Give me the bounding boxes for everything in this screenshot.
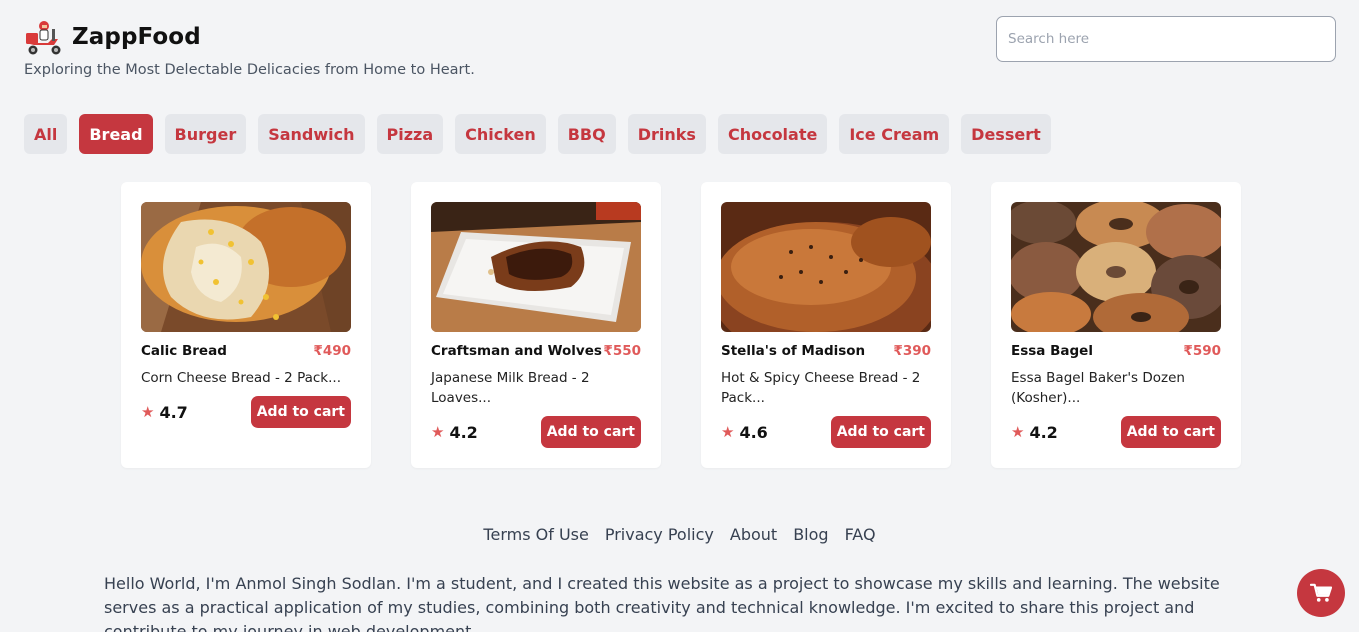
- product-price: ₹550: [603, 343, 641, 359]
- add-to-cart-button[interactable]: Add to cart: [830, 416, 931, 448]
- product-name: Craftsman and Wolves: [431, 343, 602, 359]
- category-all[interactable]: All: [24, 114, 68, 154]
- footer-links: Terms Of Use Privacy Policy About Blog F…: [0, 525, 1359, 544]
- product-name: Stella's of Madison: [721, 343, 866, 359]
- product-name: Essa Bagel: [1011, 343, 1093, 359]
- category-chocolate[interactable]: Chocolate: [717, 114, 828, 154]
- rating-value: 4.2: [1029, 422, 1058, 442]
- product-rating: ★ 4.2: [431, 423, 478, 442]
- delivery-scooter-icon: [26, 21, 61, 55]
- category-bread[interactable]: Bread: [79, 114, 153, 154]
- footer-link-blog[interactable]: Blog: [793, 525, 828, 544]
- add-to-cart-button[interactable]: Add to cart: [540, 416, 641, 448]
- category-dessert[interactable]: Dessert: [961, 114, 1051, 154]
- star-icon: ★: [1011, 423, 1025, 441]
- search-input[interactable]: [996, 16, 1336, 62]
- product-description: Hot & Spicy Cheese Bread - 2 Pack...: [721, 370, 921, 406]
- rating-value: 4.6: [739, 422, 768, 442]
- add-to-cart-button[interactable]: Add to cart: [250, 396, 351, 428]
- category-drinks[interactable]: Drinks: [627, 114, 706, 154]
- brand[interactable]: ZappFood: [24, 16, 475, 58]
- category-filter-bar: All Bread Burger Sandwich Pizza Chicken …: [24, 114, 1051, 154]
- product-image: [141, 202, 351, 332]
- product-price: ₹490: [313, 343, 351, 359]
- product-price: ₹390: [893, 343, 931, 359]
- rating-value: 4.2: [449, 422, 478, 442]
- star-icon: ★: [141, 403, 155, 421]
- footer-link-faq[interactable]: FAQ: [845, 525, 876, 544]
- product-description: Essa Bagel Baker's Dozen (Kosher)...: [1011, 370, 1185, 406]
- footer-link-about[interactable]: About: [730, 525, 777, 544]
- rating-value: 4.7: [159, 402, 188, 422]
- tagline: Exploring the Most Delectable Delicacies…: [24, 62, 475, 78]
- product-description: Japanese Milk Bread - 2 Loaves...: [431, 370, 590, 406]
- product-card: Stella's of Madison ₹390 Hot & Spicy Che…: [701, 182, 951, 468]
- category-bbq[interactable]: BBQ: [557, 114, 616, 154]
- product-rating: ★ 4.6: [721, 423, 768, 442]
- product-rating: ★ 4.7: [141, 403, 188, 422]
- footer-link-terms[interactable]: Terms Of Use: [483, 525, 588, 544]
- shopping-cart-icon: [1310, 583, 1332, 602]
- product-image: [1011, 202, 1221, 332]
- product-card: Craftsman and Wolves ₹550 Japanese Milk …: [411, 182, 661, 468]
- product-image: [721, 202, 931, 332]
- add-to-cart-button[interactable]: Add to cart: [1120, 416, 1221, 448]
- product-card: Essa Bagel ₹590 Essa Bagel Baker's Dozen…: [991, 182, 1241, 468]
- star-icon: ★: [431, 423, 445, 441]
- product-grid: Calic Bread ₹490 Corn Cheese Bread - 2 P…: [121, 182, 1241, 468]
- product-price: ₹590: [1183, 343, 1221, 359]
- category-ice-cream[interactable]: Ice Cream: [839, 114, 950, 154]
- product-description: Corn Cheese Bread - 2 Pack...: [141, 370, 341, 386]
- header: ZappFood Exploring the Most Delectable D…: [24, 16, 475, 78]
- category-chicken[interactable]: Chicken: [455, 114, 546, 154]
- star-icon: ★: [721, 423, 735, 441]
- brand-name: ZappFood: [72, 24, 201, 50]
- cart-button[interactable]: [1297, 569, 1345, 617]
- footer-link-privacy[interactable]: Privacy Policy: [605, 525, 714, 544]
- product-image: [431, 202, 641, 332]
- product-name: Calic Bread: [141, 343, 227, 359]
- category-burger[interactable]: Burger: [164, 114, 247, 154]
- category-sandwich[interactable]: Sandwich: [258, 114, 365, 154]
- product-rating: ★ 4.2: [1011, 423, 1058, 442]
- footer-about-text: Hello World, I'm Anmol Singh Sodlan. I'm…: [104, 574, 1220, 632]
- product-card: Calic Bread ₹490 Corn Cheese Bread - 2 P…: [121, 182, 371, 468]
- category-pizza[interactable]: Pizza: [376, 114, 444, 154]
